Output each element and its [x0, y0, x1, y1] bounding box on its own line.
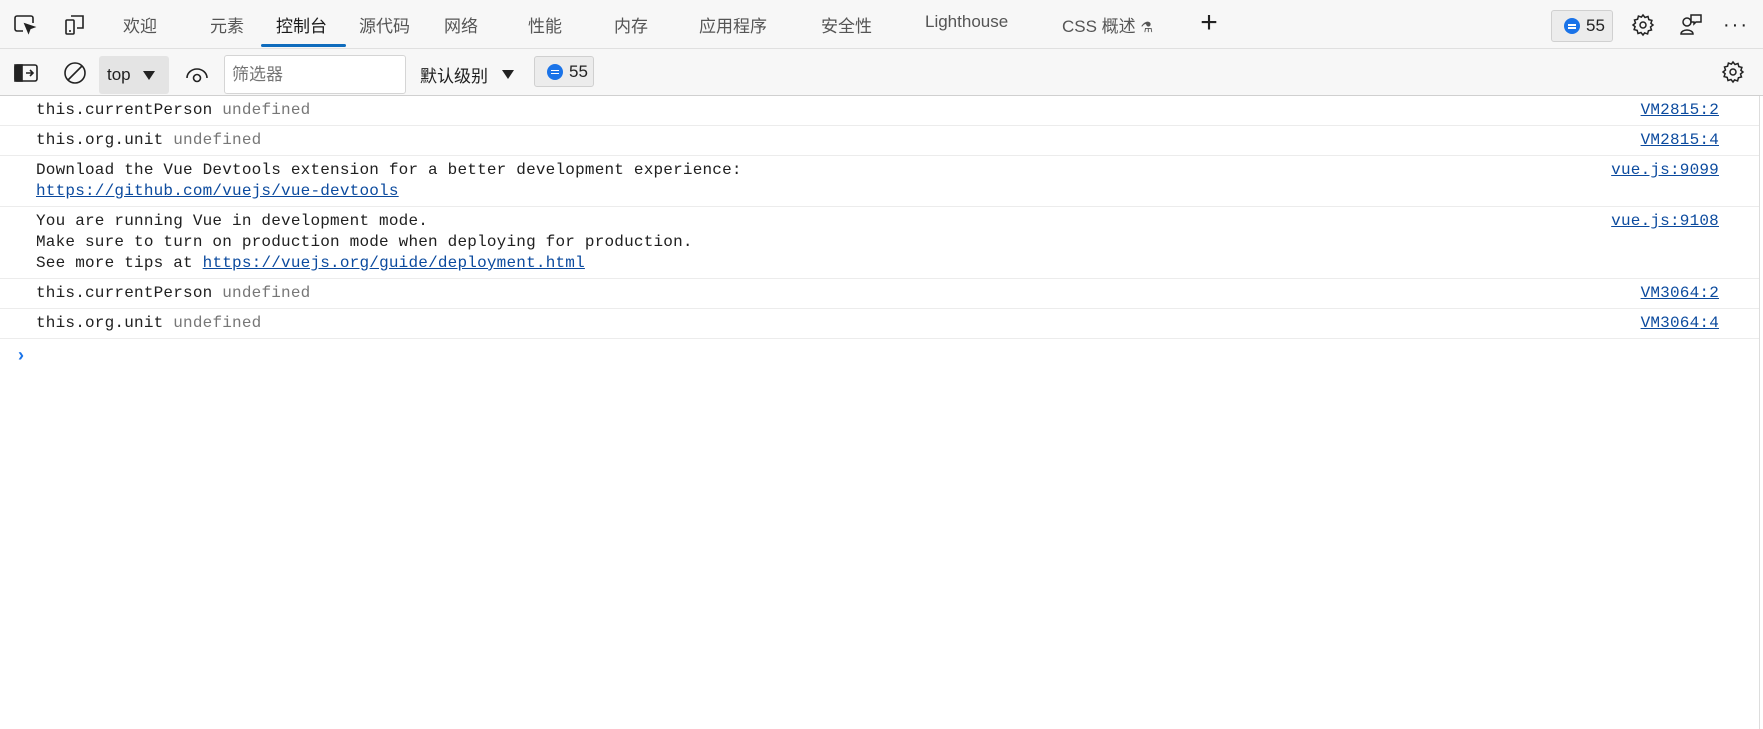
message-text: this.org.unit	[36, 131, 174, 149]
tab-security[interactable]: 安全性	[821, 12, 872, 37]
log-level-dropdown[interactable]: 默认级别	[420, 62, 514, 87]
message-icon	[1564, 18, 1580, 34]
tab-lighthouse[interactable]: Lighthouse	[925, 12, 1008, 32]
message-value: undefined	[222, 284, 311, 302]
console-message: this.currentPerson undefined VM2815:2	[0, 96, 1759, 126]
messages-count: 55	[569, 61, 588, 81]
source-link[interactable]: VM2815:2	[1641, 100, 1719, 121]
tab-application[interactable]: 应用程序	[699, 12, 767, 37]
devtools-tab-bar: 欢迎 元素 控制台 源代码 网络 性能 内存 应用程序 安全性 Lighthou…	[0, 0, 1763, 49]
console-message: You are running Vue in development mode.…	[0, 207, 1759, 279]
console-toolbar: top 默认级别 55	[0, 49, 1763, 96]
tab-sources[interactable]: 源代码	[359, 12, 410, 37]
message-text: this.currentPerson	[36, 284, 223, 302]
tab-welcome[interactable]: 欢迎	[123, 12, 157, 37]
tab-elements[interactable]: 元素	[210, 12, 244, 37]
issues-count: 55	[1586, 16, 1605, 35]
console-settings-gear-icon[interactable]	[1720, 59, 1746, 85]
tab-network[interactable]: 网络	[444, 12, 478, 37]
console-prompt[interactable]: ›	[0, 339, 1759, 366]
device-emulation-icon[interactable]	[62, 12, 88, 38]
source-link[interactable]: vue.js:9108	[1611, 211, 1719, 232]
console-message: this.org.unit undefined VM2815:4	[0, 126, 1759, 156]
toggle-sidebar-icon[interactable]	[13, 60, 39, 86]
dropdown-arrow-icon	[142, 70, 155, 80]
source-link[interactable]: VM2815:4	[1641, 130, 1719, 151]
console-message: this.org.unit undefined VM3064:4	[0, 309, 1759, 339]
tab-performance[interactable]: 性能	[528, 12, 562, 37]
add-tab-icon[interactable]: +	[1196, 6, 1222, 39]
filter-input[interactable]	[224, 55, 406, 94]
context-selector[interactable]: top	[99, 56, 169, 94]
more-options-icon[interactable]: ···	[1722, 12, 1750, 38]
message-icon	[547, 63, 563, 80]
messages-badge[interactable]: 55	[534, 56, 594, 87]
message-value: undefined	[173, 131, 262, 149]
feedback-icon[interactable]	[1678, 12, 1704, 38]
message-value: undefined	[222, 101, 311, 119]
source-link[interactable]: VM3064:2	[1641, 283, 1719, 304]
live-expression-eye-icon[interactable]	[184, 61, 210, 87]
tab-css-overview-label: CSS 概述	[1062, 17, 1136, 36]
message-link[interactable]: https://vuejs.org/guide/deployment.html	[203, 254, 585, 272]
message-link[interactable]: https://github.com/vuejs/vue-devtools	[36, 182, 399, 200]
context-value: top	[107, 65, 131, 84]
message-text: this.currentPerson	[36, 101, 223, 119]
message-text: this.org.unit	[36, 314, 174, 332]
tab-console[interactable]: 控制台	[276, 12, 327, 37]
console-message: Download the Vue Devtools extension for …	[0, 156, 1759, 207]
tab-memory[interactable]: 内存	[614, 12, 648, 37]
message-value: undefined	[173, 314, 262, 332]
dropdown-arrow-icon	[502, 70, 514, 79]
source-link[interactable]: VM3064:4	[1641, 313, 1719, 334]
tab-css-overview[interactable]: CSS 概述 ⚗	[1062, 12, 1153, 37]
console-message: this.currentPerson undefined VM3064:2	[0, 279, 1759, 309]
issues-badge[interactable]: 55	[1551, 10, 1613, 42]
clear-console-icon[interactable]	[62, 60, 88, 86]
inspect-element-icon[interactable]	[12, 12, 38, 38]
console-output: this.currentPerson undefined VM2815:2 this…	[0, 96, 1760, 729]
log-level-value: 默认级别	[420, 67, 488, 86]
message-text: Download the Vue Devtools extension for …	[36, 161, 742, 179]
source-link[interactable]: vue.js:9099	[1611, 160, 1719, 181]
active-tab-indicator	[261, 44, 346, 47]
settings-gear-icon[interactable]	[1630, 12, 1656, 38]
flask-icon: ⚗	[1140, 19, 1153, 35]
